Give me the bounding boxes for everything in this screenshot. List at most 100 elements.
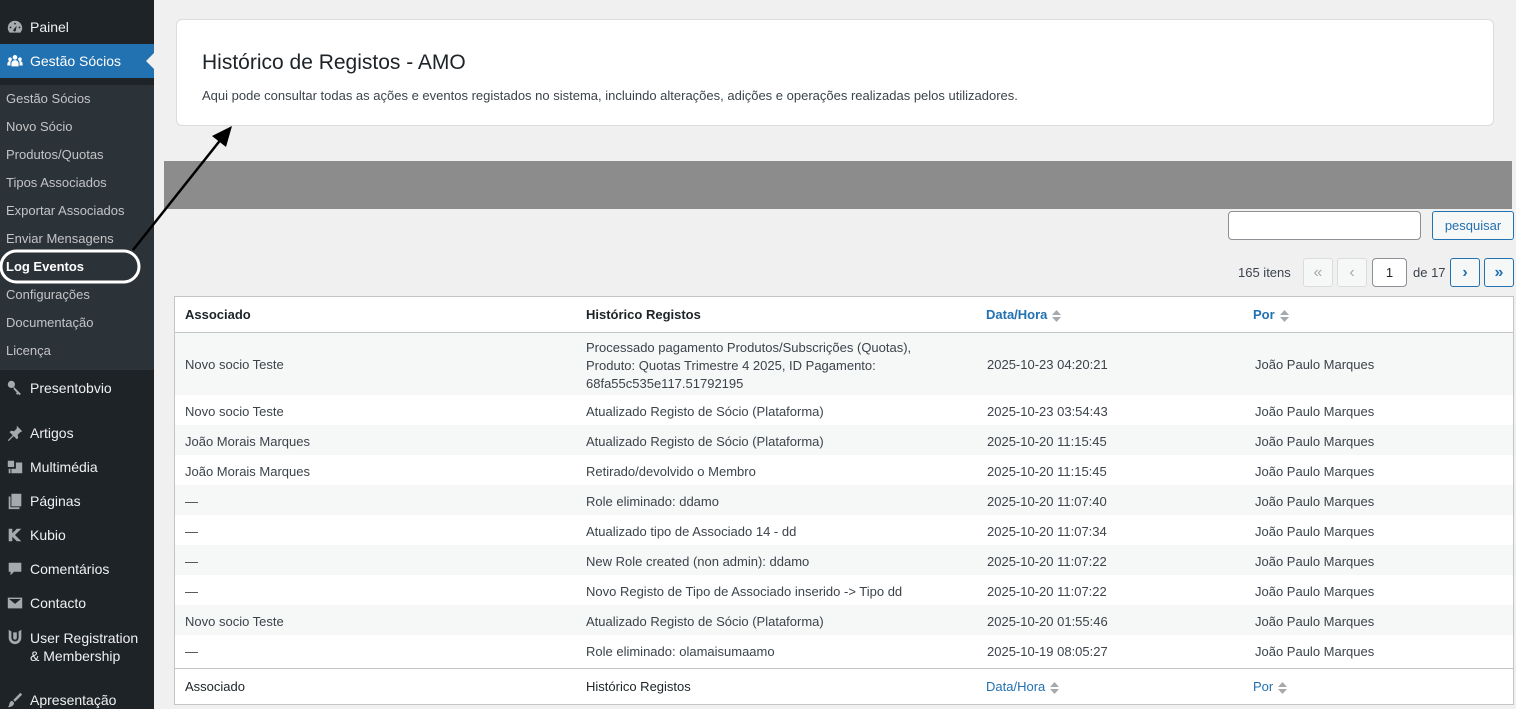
menu-item-label: Gestão Sócios (30, 53, 122, 69)
table-header: Associado Histórico Registos Data/Hora P… (175, 297, 1513, 333)
dashboard-icon (0, 18, 30, 36)
menu-item-contacto[interactable]: Contacto (0, 586, 154, 620)
kubio-icon (0, 526, 30, 544)
column-header-associado: Associado (185, 307, 251, 322)
submenu-gestao-socios-link[interactable]: Gestão Sócios (6, 90, 91, 108)
submenu-documentacao[interactable]: Documentação (6, 314, 93, 332)
menu-item-label: Presentobvio (30, 380, 112, 396)
menu-item-gestao-socios[interactable]: Gestão Sócios (0, 44, 154, 78)
cell-data-hora: 2025-10-20 11:07:22 (987, 554, 1107, 569)
submenu-tipos-associados[interactable]: Tipos Associados (6, 174, 107, 192)
page-description: Aqui pode consultar todas as ações e eve… (202, 88, 1018, 103)
menu-item-comentarios[interactable]: Comentários (0, 552, 154, 586)
table-row: João Morais Marques Atualizado Registo d… (175, 425, 1513, 455)
submenu-licenca[interactable]: Licença (6, 342, 51, 360)
cell-por: João Paulo Marques (1255, 584, 1375, 599)
cell-historico: New Role created (non admin): ddamo (586, 554, 810, 569)
media-icon (0, 458, 30, 476)
log-table: Associado Histórico Registos Data/Hora P… (174, 296, 1514, 705)
menu-item-kubio[interactable]: Kubio (0, 518, 154, 552)
submenu-exportar-associados[interactable]: Exportar Associados (6, 202, 125, 220)
search-input[interactable] (1228, 211, 1421, 240)
cell-por: João Paulo Marques (1255, 524, 1375, 539)
user-registration-icon (0, 625, 30, 645)
total-pages-label: de 17 (1413, 265, 1446, 280)
cell-associado: Novo socio Teste (185, 357, 284, 372)
mail-icon (0, 594, 30, 612)
menu-item-label-line2: & Membership (30, 648, 121, 664)
menu-item-label: Painel (30, 19, 69, 35)
cell-historico-line: Produto: Quotas Trimestre 4 2025, ID Pag… (586, 358, 876, 373)
column-footer-associado: Associado (185, 679, 245, 694)
menu-item-label: Páginas (30, 493, 81, 509)
search-button[interactable]: pesquisar (1432, 211, 1514, 240)
pushpin-icon (0, 424, 30, 442)
column-header-por[interactable]: Por (1253, 307, 1289, 322)
cell-historico: Atualizado Registo de Sócio (Plataforma) (586, 614, 824, 629)
sort-icon (1279, 309, 1289, 322)
last-page-button[interactable]: » (1484, 258, 1514, 287)
table-row: Novo socio Teste Processado pagamento Pr… (175, 333, 1513, 395)
notice-band (164, 161, 1512, 209)
cell-associado: — (185, 494, 198, 509)
menu-item-label: Apresentação (30, 692, 117, 708)
menu-item-label: Kubio (30, 527, 66, 543)
menu-item-label: User Registration (30, 630, 139, 646)
column-footer-label: Por (1253, 679, 1274, 694)
menu-item-label: Contacto (30, 595, 87, 611)
submenu-gestao-socios: Gestão Sócios Novo Sócio Produtos/Quotas… (0, 85, 154, 370)
cell-por: João Paulo Marques (1255, 357, 1375, 372)
cell-associado: João Morais Marques (185, 434, 310, 449)
sort-icon (1052, 309, 1062, 322)
cell-historico-line: Processado pagamento Produtos/Subscriçõe… (586, 340, 912, 355)
submenu-novo-socio[interactable]: Novo Sócio (6, 118, 72, 136)
cell-data-hora: 2025-10-20 01:55:46 (987, 614, 1108, 629)
cell-associado: — (185, 524, 198, 539)
menu-item-label: Comentários (30, 561, 110, 577)
menu-item-apresentacao[interactable]: Apresentação (0, 683, 154, 709)
menu-item-label: Multimédia (30, 459, 98, 475)
cell-data-hora: 2025-10-23 04:20:21 (987, 357, 1108, 372)
header-card: Histórico de Registos - AMO Aqui pode co… (176, 19, 1494, 126)
next-page-button[interactable]: › (1450, 258, 1480, 287)
column-footer-data-hora[interactable]: Data/Hora (986, 679, 1060, 694)
annotation-arrowhead (212, 126, 232, 147)
cell-historico: Retirado/devolvido o Membro (586, 464, 756, 479)
sort-icon (1050, 681, 1060, 694)
column-footer-historico: Histórico Registos (586, 679, 691, 694)
column-header-label: Por (1253, 307, 1275, 322)
cell-data-hora: 2025-10-20 11:07:22 (987, 584, 1107, 599)
submenu-log-eventos[interactable]: Log Eventos (6, 258, 84, 276)
menu-item-user-registration[interactable]: User Registration & Membership (0, 625, 154, 669)
cell-data-hora: 2025-10-20 11:15:45 (987, 434, 1107, 449)
cell-por: João Paulo Marques (1255, 494, 1375, 509)
submenu-configuracoes[interactable]: Configurações (6, 286, 90, 304)
submenu-enviar-mensagens[interactable]: Enviar Mensagens (6, 230, 114, 248)
table-row: — Atualizado tipo de Associado 14 - dd 2… (175, 515, 1513, 545)
menu-item-presentobvio[interactable]: Presentobvio (0, 371, 154, 405)
submenu-produtos-quotas[interactable]: Produtos/Quotas (6, 146, 104, 164)
column-header-data-hora[interactable]: Data/Hora (986, 307, 1062, 322)
menu-item-paginas[interactable]: Páginas (0, 484, 154, 518)
cell-associado: Novo socio Teste (185, 614, 284, 629)
menu-item-label-group: User Registration & Membership (30, 629, 138, 665)
cell-historico: Role eliminado: olamaisumaamo (586, 644, 775, 659)
first-page-button: « (1303, 258, 1333, 287)
brush-icon (0, 691, 30, 709)
column-header-label: Data/Hora (986, 307, 1048, 322)
menu-item-painel[interactable]: Painel (0, 10, 154, 44)
menu-item-artigos[interactable]: Artigos (0, 416, 154, 450)
column-footer-por[interactable]: Por (1253, 679, 1288, 694)
cell-historico-line: 68fa55c535e117.51792195 (586, 376, 744, 391)
current-page-input[interactable]: 1 (1372, 258, 1407, 287)
table-row: — Role eliminado: olamaisumaamo 2025-10-… (175, 635, 1513, 668)
cell-por: João Paulo Marques (1255, 554, 1375, 569)
cell-historico: Atualizado Registo de Sócio (Plataforma) (586, 434, 824, 449)
cell-por: João Paulo Marques (1255, 404, 1375, 419)
menu-item-multimedia[interactable]: Multimédia (0, 450, 154, 484)
cell-historico: Novo Registo de Tipo de Associado inseri… (586, 584, 903, 599)
menu-item-label: Artigos (30, 425, 74, 441)
cell-historico: Role eliminado: ddamo (586, 494, 719, 509)
cell-associado: Novo socio Teste (185, 404, 284, 419)
cell-associado: — (185, 644, 198, 659)
